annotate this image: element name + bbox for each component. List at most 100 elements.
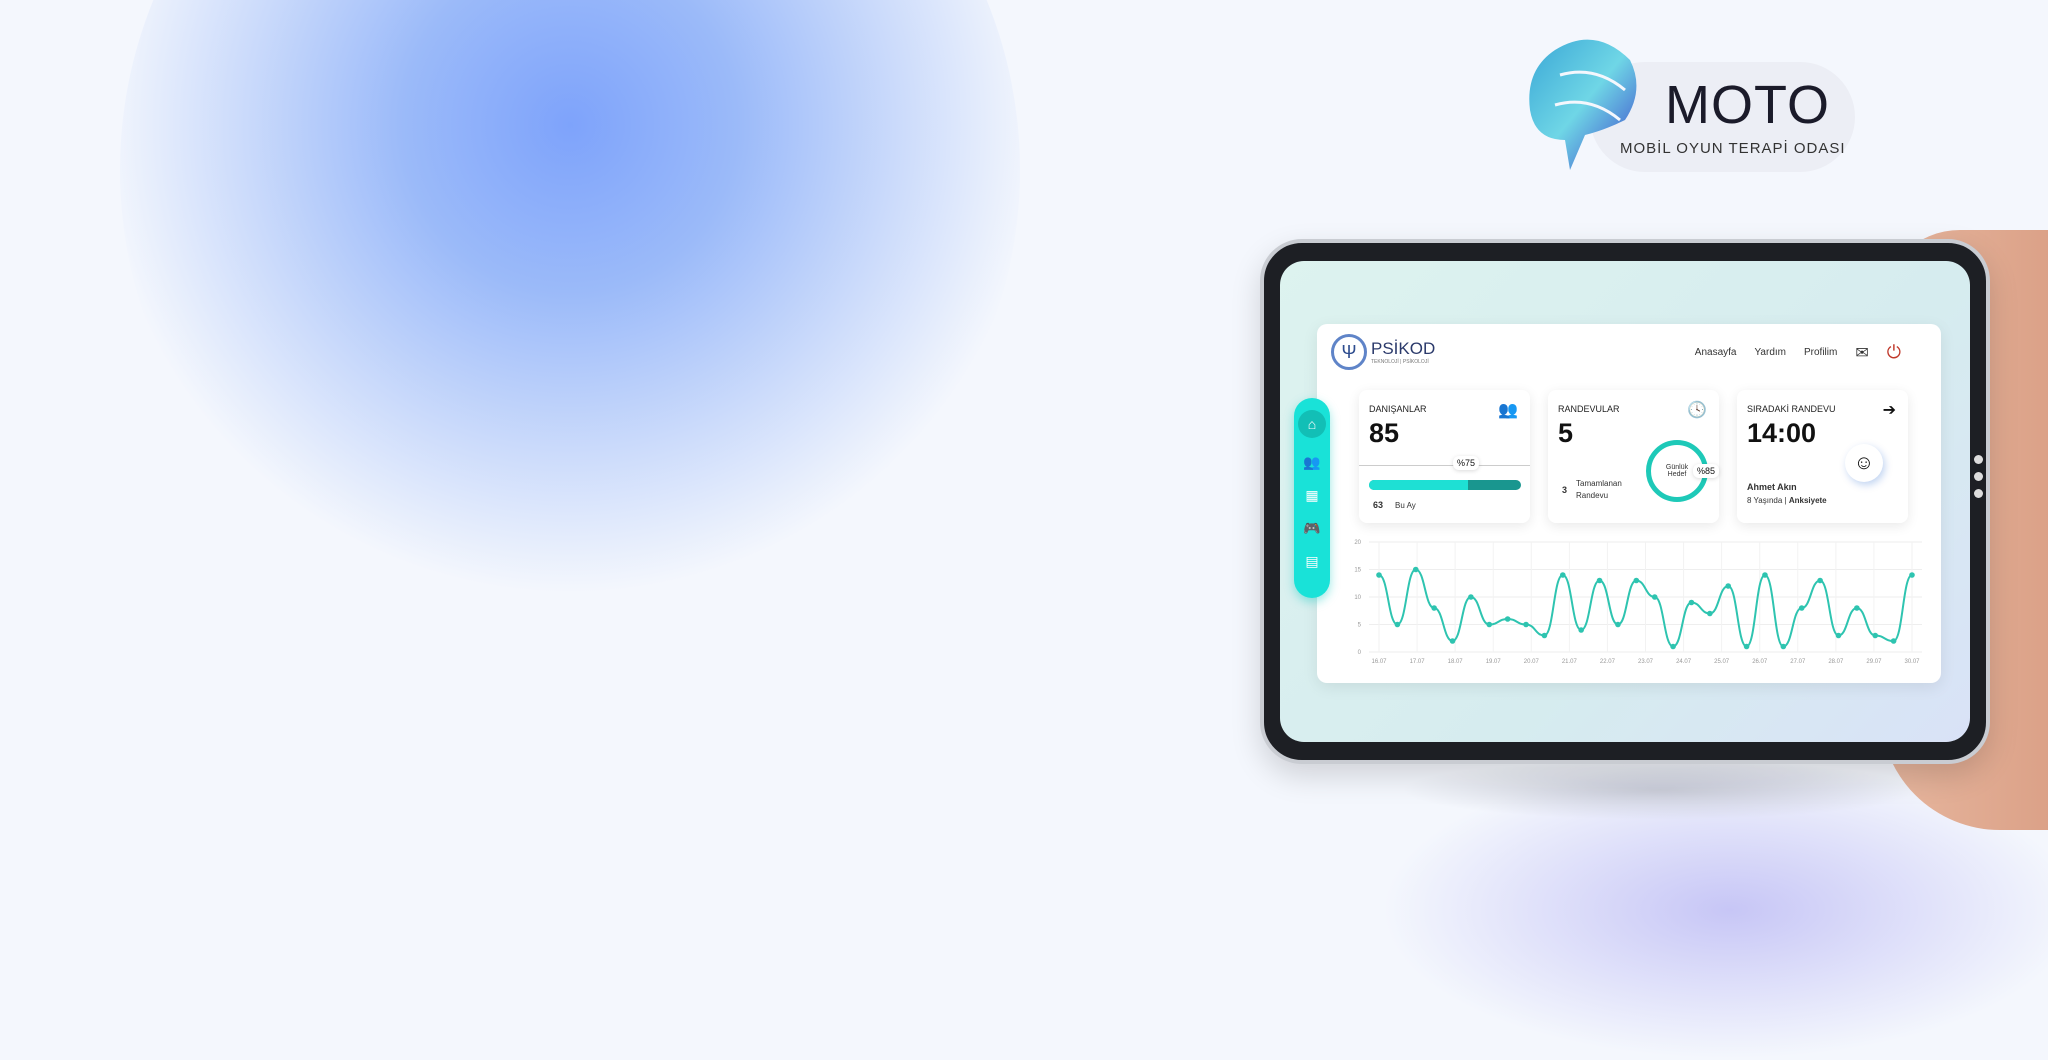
nav-yardim[interactable]: Yardım	[1755, 347, 1787, 358]
data-point[interactable]	[1504, 616, 1511, 622]
note-icon[interactable]: ▤	[1305, 553, 1318, 570]
x-tick-label: 21.07	[1562, 659, 1578, 665]
moto-logo: MOTO MOBİL OYUN TERAPİ ODASI	[1520, 28, 1860, 178]
data-point[interactable]	[1835, 632, 1842, 639]
y-tick-label: 0	[1358, 650, 1362, 656]
x-tick-label: 22.07	[1600, 659, 1616, 665]
x-tick-label: 18.07	[1448, 659, 1464, 665]
mail-icon[interactable]: ✉	[1855, 343, 1868, 363]
psi-icon: Ψ	[1331, 334, 1367, 370]
completed-count: 3	[1562, 485, 1568, 495]
data-point[interactable]	[1688, 599, 1695, 606]
data-point[interactable]	[1707, 610, 1713, 617]
x-tick-label: 25.07	[1714, 659, 1730, 665]
data-point[interactable]	[1431, 605, 1437, 611]
appointments-card: RANDEVULAR 🕓 5 3 Tamamlanan Randevu Günl…	[1548, 390, 1720, 523]
dashboard: Ψ PSİKOD TEKNOLOJİ | PSİKOLOJİ Anasayfa Y…	[1317, 324, 1941, 683]
data-point[interactable]	[1798, 605, 1805, 611]
y-tick-label: 10	[1354, 595, 1361, 601]
data-point[interactable]	[1394, 621, 1401, 628]
data-point[interactable]	[1670, 643, 1676, 650]
data-point[interactable]	[1523, 621, 1529, 628]
appointments-chart: 0 5 10 15 20 16.07 17.07 18.07 19.07 20.07 21.07 22…	[1354, 540, 1922, 665]
card-title: RANDEVULAR	[1558, 404, 1620, 414]
y-tick-label: 20	[1354, 540, 1361, 546]
y-tick-label: 15	[1354, 568, 1361, 574]
clients-count: 85	[1369, 418, 1400, 448]
data-point[interactable]	[1651, 594, 1658, 600]
data-point[interactable]	[1615, 621, 1621, 628]
power-icon[interactable]: ⏻	[1887, 342, 1901, 363]
x-tick-label: 20.07	[1524, 659, 1540, 665]
data-point[interactable]	[1596, 577, 1603, 584]
data-point[interactable]	[1578, 627, 1584, 633]
data-point[interactable]	[1725, 583, 1732, 589]
app-tagline: TEKNOLOJİ | PSİKOLOJİ	[1371, 359, 1429, 365]
tablet-buttons	[1974, 455, 1984, 506]
client-name: Ahmet Akın	[1747, 482, 1797, 492]
users-icon: 👥	[1498, 402, 1518, 419]
appointments-count: 5	[1558, 418, 1574, 448]
calendar-icon[interactable]: ▦	[1305, 487, 1318, 504]
data-point[interactable]	[1468, 594, 1474, 600]
data-point[interactable]	[1854, 605, 1860, 611]
brand-subtitle: MOBİL OYUN TERAPİ ODASI	[1620, 140, 1846, 157]
top-nav: Anasayfa Yardım Profilim ✉ ⏻	[1695, 342, 1901, 363]
data-point[interactable]	[1541, 632, 1548, 639]
x-tick-label: 16.07	[1371, 659, 1387, 665]
next-appointment-card: SIRADAKİ RANDEVU ➔ 14:00 ☺ Ahmet Akın 8 …	[1737, 390, 1908, 523]
x-tick-label: 28.07	[1828, 659, 1844, 665]
client-age: 8 Yaşında	[1747, 496, 1783, 505]
nav-profilim[interactable]: Profilim	[1804, 347, 1837, 358]
data-point[interactable]	[1412, 566, 1419, 573]
x-tick-label: 19.07	[1486, 659, 1502, 665]
clock-icon: 🕓	[1687, 402, 1707, 419]
x-tick-label: 26.07	[1752, 659, 1768, 665]
users-nav-icon[interactable]: 👥	[1303, 454, 1320, 471]
app-name: PSİKOD	[1371, 339, 1436, 358]
month-count: 63	[1373, 500, 1384, 510]
card-title: SIRADAKİ RANDEVU	[1747, 404, 1836, 414]
goal-percent: %85	[1693, 464, 1720, 478]
month-label: Bu Ay	[1395, 501, 1416, 510]
tablet-shadow	[1400, 760, 1920, 820]
data-point[interactable]	[1633, 577, 1640, 584]
data-point[interactable]	[1909, 572, 1915, 578]
goal-label: Günlük Hedef	[1665, 464, 1689, 478]
data-point[interactable]	[1559, 572, 1566, 578]
card-title: DANIŞANLAR	[1369, 404, 1427, 414]
x-tick-label: 23.07	[1638, 659, 1654, 665]
psikod-logo[interactable]: Ψ PSİKOD TEKNOLOJİ | PSİKOLOJİ	[1331, 334, 1435, 370]
x-tick-label: 30.07	[1904, 659, 1920, 665]
data-point[interactable]	[1449, 638, 1456, 644]
data-point[interactable]	[1762, 572, 1768, 578]
progress-bar	[1369, 480, 1521, 490]
nav-anasayfa[interactable]: Anasayfa	[1695, 347, 1737, 358]
data-point[interactable]	[1780, 643, 1787, 650]
client-diagnosis: Anksiyete	[1788, 496, 1827, 505]
divider	[1359, 465, 1530, 466]
brand-name: MOTO	[1665, 75, 1830, 135]
home-icon[interactable]: ⌂	[1298, 410, 1326, 438]
data-point[interactable]	[1743, 643, 1750, 650]
next-time: 14:00	[1747, 418, 1817, 448]
data-point[interactable]	[1486, 621, 1493, 628]
percent-tooltip: %75	[1453, 456, 1480, 470]
x-tick-label: 24.07	[1676, 659, 1692, 665]
data-point[interactable]	[1890, 638, 1897, 644]
x-tick-label: 27.07	[1790, 659, 1806, 665]
y-tick-label: 5	[1358, 623, 1362, 629]
x-tick-label: 17.07	[1410, 659, 1426, 665]
x-tick-label: 29.07	[1866, 659, 1882, 665]
data-point[interactable]	[1376, 572, 1382, 578]
completed-label: Tamamlanan Randevu	[1576, 479, 1622, 500]
child-avatar-icon: ☺	[1845, 444, 1883, 482]
data-point[interactable]	[1872, 632, 1879, 639]
gamepad-icon[interactable]: 🎮	[1303, 520, 1320, 537]
arrow-right-icon[interactable]: ➔	[1883, 400, 1896, 420]
client-info: 8 Yaşında | Anksiyete	[1747, 496, 1827, 505]
background-blob	[120, 0, 1020, 620]
sidebar: ⌂ 👥 ▦ 🎮 ▤	[1294, 398, 1330, 598]
data-point[interactable]	[1817, 577, 1823, 584]
clients-card: DANIŞANLAR 👥 85 %75 63 Bu Ay	[1359, 390, 1530, 523]
